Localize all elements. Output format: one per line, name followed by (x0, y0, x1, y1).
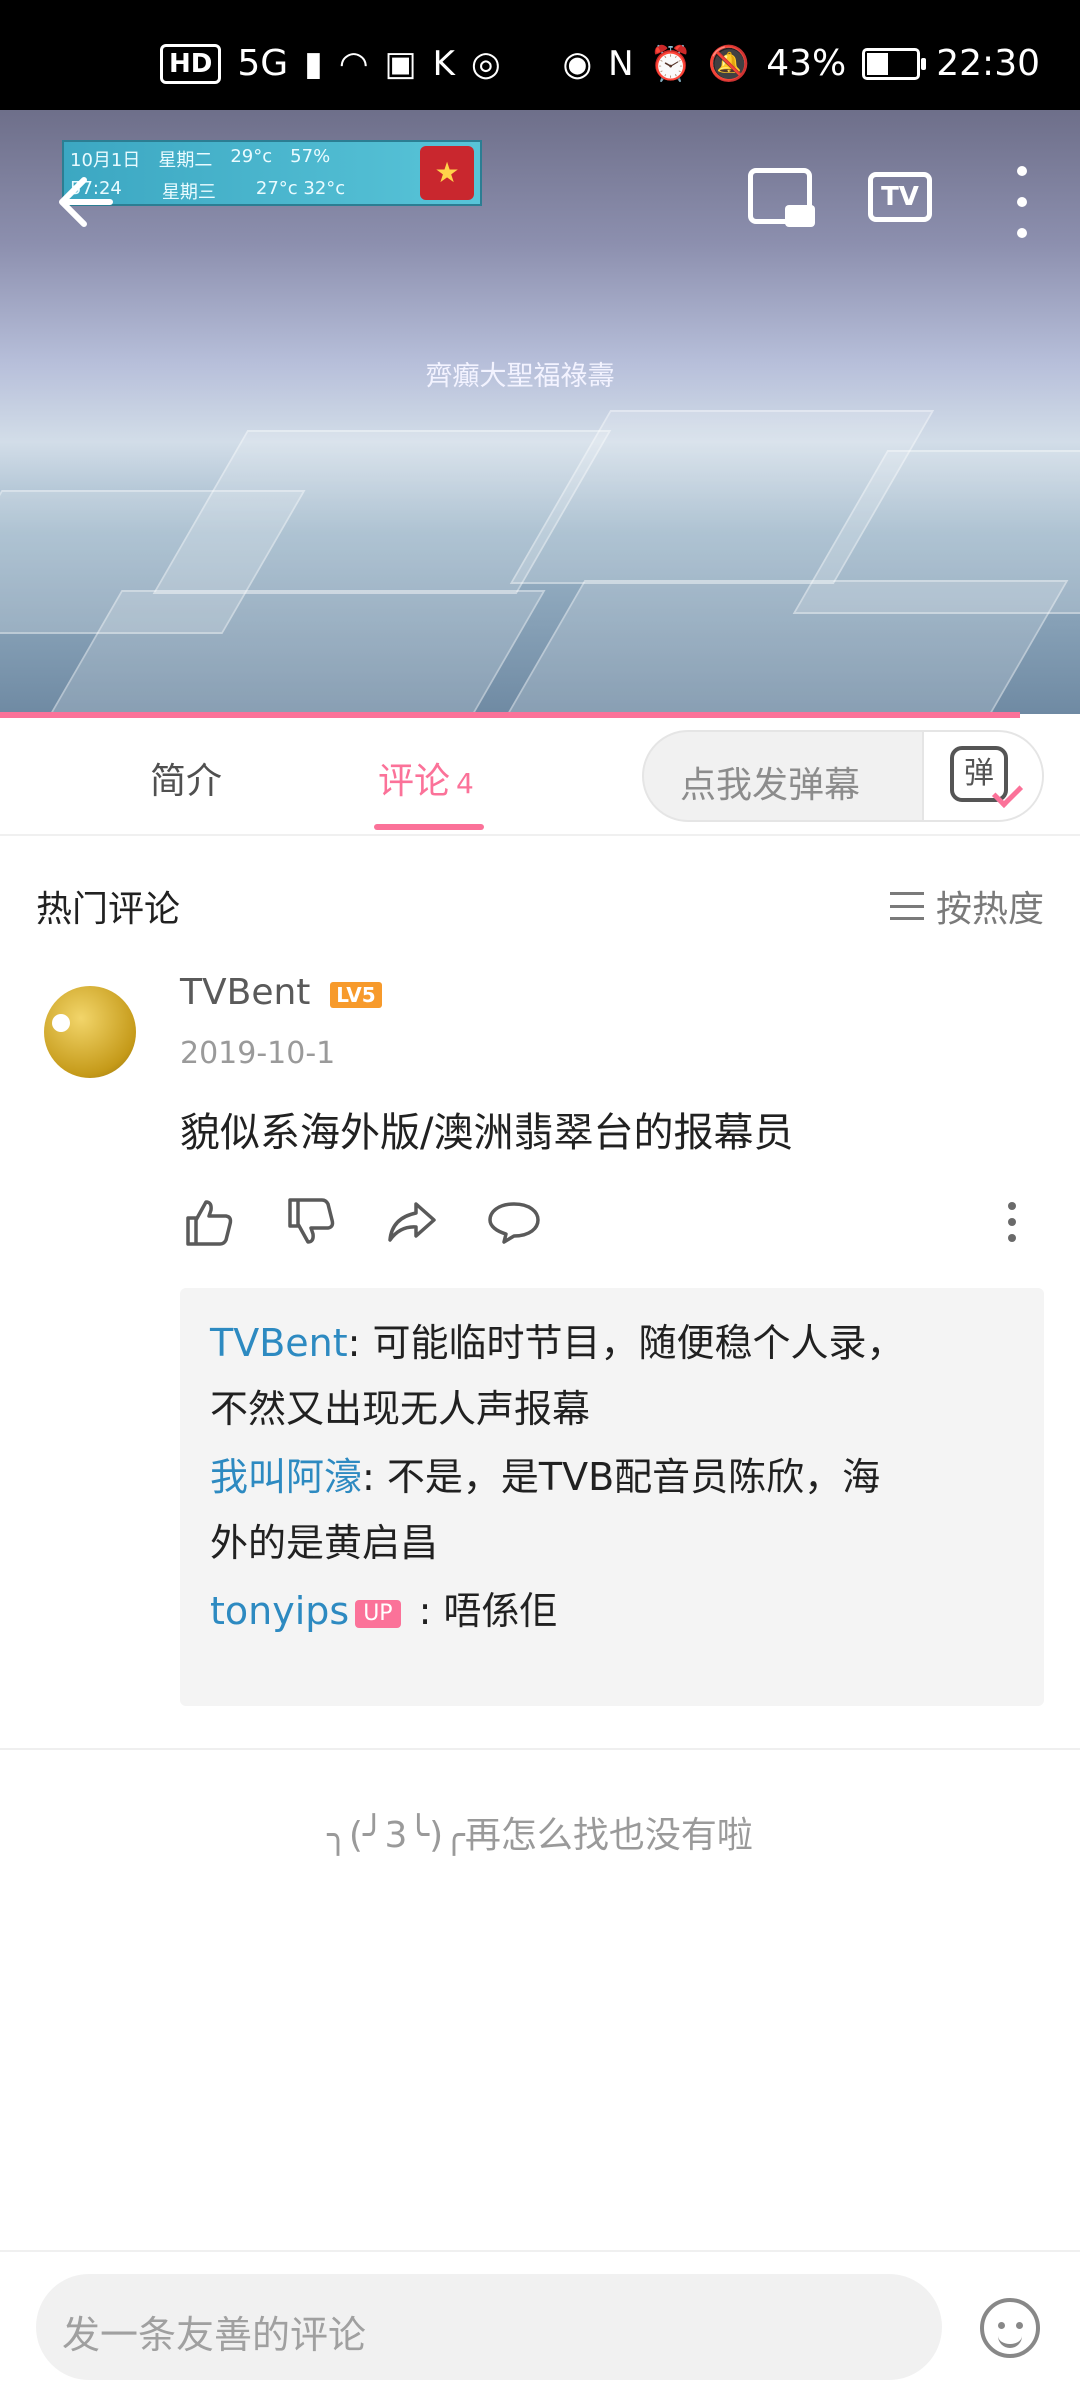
mute-icon: 🔕 (707, 44, 751, 84)
wifi-icon: ◠ (338, 44, 369, 84)
comment-placeholder: 发一条友善的评论 (62, 2313, 367, 2357)
network-type: 5G (237, 43, 289, 84)
location-icon: ◎ (470, 44, 501, 84)
reply-separator: : (347, 1321, 373, 1365)
reply-item[interactable]: TVBent: 可能临时节目，随便稳个人录， 不然又出现无人声报幕 (210, 1310, 1014, 1442)
video-caption: 齊癲大聖福祿壽 (425, 361, 615, 392)
reply-button[interactable] (486, 1194, 542, 1250)
share-icon (388, 1202, 436, 1242)
tab-bar: 简介 评论 4 点我发弹幕 弹 (0, 718, 1080, 836)
signal-icon: ▮ (304, 44, 323, 84)
eye-icon: ◉ (562, 44, 593, 84)
tv-app-icon: ▣ (384, 44, 417, 84)
glass-shape (38, 590, 546, 714)
comment-bar: 发一条友善的评论 (0, 2250, 1080, 2402)
nfc-icon: N (608, 44, 634, 84)
section-divider (0, 1748, 1080, 1750)
reply-username[interactable]: TVBent (210, 1321, 348, 1365)
battery-icon (862, 48, 927, 80)
sort-by-popularity-button[interactable]: 按热度 (889, 880, 1044, 932)
like-button[interactable] (180, 1194, 236, 1250)
up-badge: UP (355, 1600, 401, 1628)
share-button[interactable] (384, 1194, 440, 1250)
reply-text-cont: 外的是黄启昌 (210, 1521, 439, 1565)
comment-content: 貌似系海外版/澳洲翡翠台的报幕员 (180, 1110, 794, 1156)
picture-in-picture-button[interactable] (748, 168, 815, 227)
tab-comments[interactable]: 评论 4 (378, 752, 474, 804)
reply-item[interactable]: 我叫阿濠: 不是，是TVB配音员陈欣，海 外的是黄启昌 (210, 1444, 1014, 1576)
emoji-button[interactable] (980, 2298, 1040, 2358)
active-tab-indicator (374, 824, 484, 830)
hot-comments-header: 热门评论 (36, 889, 181, 930)
tab-comments-label: 评论 (378, 761, 451, 802)
emoji-icon (998, 2322, 1005, 2329)
clock: 22:30 (936, 43, 1040, 84)
picture-in-picture-icon (785, 205, 815, 227)
dislike-button[interactable] (282, 1194, 338, 1250)
emoji-icon-mouth (998, 2332, 1022, 2348)
thumbs-down-icon (288, 1198, 335, 1244)
channel-badge-icon: ★ (420, 146, 474, 200)
more-vertical-icon (1017, 166, 1027, 176)
alarm-icon: ⏰ (649, 44, 692, 84)
ticker-next-day: 星期三 (161, 182, 216, 203)
more-vertical-icon (1008, 1202, 1016, 1210)
k-app-icon: K (432, 44, 455, 84)
status-bar: HD 5G ▮ ◠ ▣ K ◎ ◉ N ⏰ 🔕 43% 22:30 (0, 0, 1080, 110)
more-options-button[interactable] (1010, 166, 1034, 238)
reply-text-cont: 不然又出现无人声报幕 (210, 1387, 591, 1431)
video-player[interactable]: 10月1日 星期二 29°c 57% 57:24 星期三 27°c 32°c ★… (0, 110, 1080, 714)
status-right: ◉ N ⏰ 🔕 43% 22:30 (562, 43, 1040, 85)
danmaku-input[interactable]: 点我发弹幕 弹 (642, 730, 1044, 822)
thumbs-up-icon (186, 1200, 233, 1246)
back-button[interactable] (48, 166, 120, 238)
reply-username[interactable]: tonyips (210, 1589, 349, 1633)
ticker-temp: 29°c (230, 146, 273, 167)
ticker-weekday: 星期二 (158, 150, 213, 171)
avatar[interactable] (44, 986, 136, 1078)
back-arrow-icon (59, 177, 113, 227)
comment-input[interactable]: 发一条友善的评论 (36, 2274, 942, 2380)
tab-intro[interactable]: 简介 (150, 752, 222, 804)
tv-cast-button[interactable]: TV (868, 172, 932, 222)
replies-box[interactable]: TVBent: 可能临时节目，随便稳个人录， 不然又出现无人声报幕 我叫阿濠: … (180, 1288, 1044, 1706)
sort-icon (889, 892, 924, 920)
reply-text: 不是，是TVB配音员陈欣，海 (386, 1455, 881, 1499)
status-left: HD 5G ▮ ◠ ▣ K ◎ (160, 44, 501, 84)
reply-text: 可能临时节目，随便稳个人录， (372, 1321, 905, 1365)
glass-shape (495, 580, 1069, 714)
comment-date: 2019-10-1 (180, 1036, 336, 1071)
ticker-next-temp: 27°c 32°c (255, 178, 346, 199)
danmaku-toggle-button[interactable]: 弹 (922, 732, 1042, 820)
sort-label: 按热度 (935, 889, 1044, 930)
ticker-humidity: 57% (290, 146, 331, 167)
end-of-list-message: ╮(╯3╰)╭再怎么找也没有啦 (327, 1815, 753, 1856)
level-badge: LV5 (330, 982, 382, 1008)
comment-more-button[interactable] (1002, 1194, 1022, 1250)
reply-text: 唔係佢 (443, 1589, 558, 1633)
reply-item[interactable]: tonyips UP : 唔係佢 (210, 1578, 1014, 1644)
chat-bubble-icon (488, 1202, 540, 1244)
hd-badge: HD (160, 44, 222, 84)
emoji-icon-eye (1016, 2322, 1023, 2329)
tab-comments-count: 4 (456, 767, 474, 800)
reply-separator: : (362, 1455, 387, 1499)
danmaku-placeholder: 点我发弹幕 (680, 765, 861, 806)
reply-username[interactable]: 我叫阿濠 (210, 1455, 362, 1499)
tv-cast-icon: TV (881, 182, 919, 212)
tvb-logo-icon (52, 1014, 70, 1032)
battery-percent: 43% (766, 43, 847, 84)
reply-separator: : (406, 1589, 444, 1633)
comment-username[interactable]: TVBent (180, 972, 310, 1013)
tv-ticker-overlay: 10月1日 星期二 29°c 57% 57:24 星期三 27°c 32°c ★ (62, 140, 482, 206)
comment-actions (180, 1194, 1050, 1250)
